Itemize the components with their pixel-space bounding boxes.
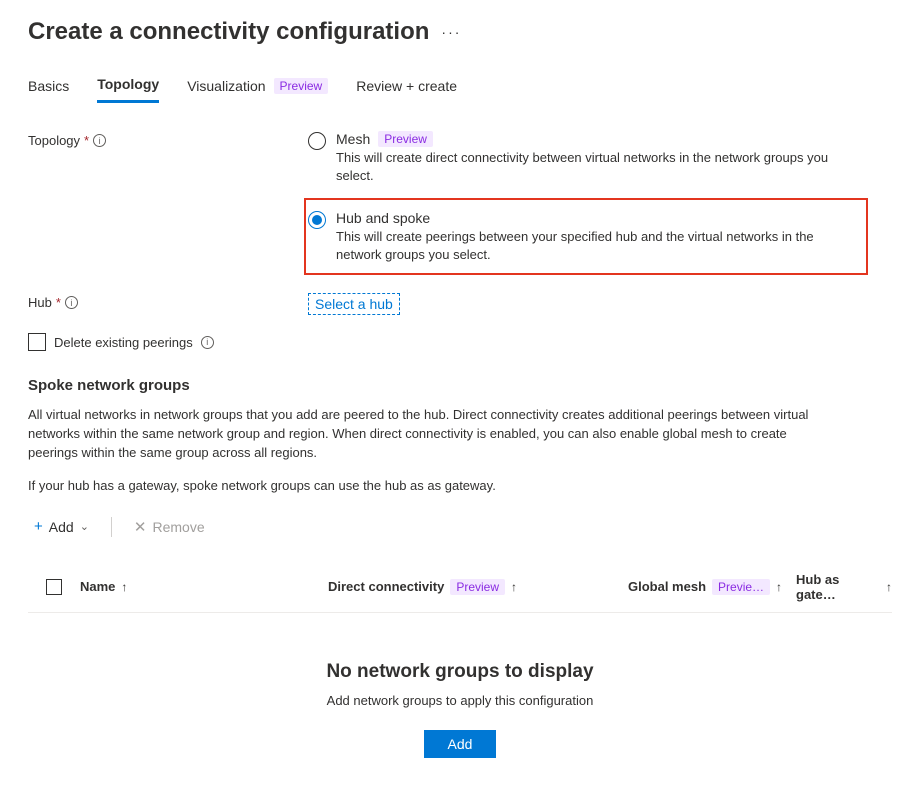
sort-arrow-icon: ↑ [776, 580, 782, 594]
spoke-description-1: All virtual networks in network groups t… [28, 406, 828, 463]
column-gm-label: Global mesh [628, 579, 706, 594]
radio-icon [308, 211, 326, 229]
spoke-heading: Spoke network groups [28, 377, 892, 394]
sort-arrow-icon: ↑ [886, 580, 892, 594]
column-name[interactable]: Name ↑ [80, 579, 328, 594]
required-indicator: * [56, 295, 61, 310]
required-indicator: * [84, 133, 89, 148]
plus-icon: + [34, 518, 43, 535]
chevron-down-icon: ⌄ [80, 520, 89, 533]
radio-hub-and-spoke[interactable]: Hub and spoke This will create peerings … [308, 210, 852, 263]
select-hub-link[interactable]: Select a hub [308, 293, 400, 315]
empty-title: No network groups to display [28, 661, 892, 683]
close-icon: ✕ [134, 518, 147, 536]
separator [111, 517, 112, 537]
topology-label: Topology [28, 133, 80, 148]
spoke-description-2: If your hub has a gateway, spoke network… [28, 477, 828, 496]
tab-review-create[interactable]: Review + create [356, 76, 457, 103]
tab-bar: Basics Topology Visualization Preview Re… [28, 76, 892, 103]
command-bar: + Add ⌄ ✕ Remove [28, 514, 892, 540]
radio-hub-description: This will create peerings between your s… [336, 228, 852, 263]
delete-peerings-label: Delete existing peerings [54, 335, 193, 350]
add-button-label: Add [49, 519, 74, 535]
tab-visualization[interactable]: Visualization Preview [187, 76, 328, 103]
column-direct-connectivity[interactable]: Direct connectivity Preview ↑ [328, 579, 628, 595]
radio-icon [308, 132, 326, 150]
column-hg-label: Hub as gate… [796, 572, 880, 602]
info-icon[interactable]: i [65, 296, 78, 309]
sort-arrow-icon: ↑ [511, 580, 517, 594]
preview-badge: Preview [450, 579, 505, 595]
highlighted-selection: Hub and spoke This will create peerings … [304, 198, 868, 275]
preview-badge: Preview [378, 131, 433, 147]
preview-badge: Preview [274, 78, 329, 94]
empty-state: No network groups to display Add network… [28, 613, 892, 764]
radio-mesh-label: Mesh [336, 131, 370, 147]
hub-label: Hub [28, 295, 52, 310]
tab-basics[interactable]: Basics [28, 76, 69, 103]
info-icon[interactable]: i [201, 336, 214, 349]
column-global-mesh[interactable]: Global mesh Previe… ↑ [628, 579, 796, 595]
add-button[interactable]: + Add ⌄ [28, 514, 95, 539]
radio-hub-label: Hub and spoke [336, 210, 430, 226]
empty-add-button[interactable]: Add [424, 730, 497, 758]
more-icon[interactable]: ··· [441, 24, 461, 40]
column-dc-label: Direct connectivity [328, 579, 444, 594]
tab-visualization-label: Visualization [187, 78, 265, 94]
page-title: Create a connectivity configuration [28, 18, 429, 46]
radio-mesh-description: This will create direct connectivity bet… [336, 149, 868, 184]
select-all-checkbox[interactable] [46, 579, 62, 595]
column-hub-as-gateway[interactable]: Hub as gate… ↑ [796, 572, 892, 602]
column-name-label: Name [80, 579, 115, 594]
empty-subtitle: Add network groups to apply this configu… [28, 693, 892, 708]
remove-button-label: Remove [152, 519, 204, 535]
table-header: Name ↑ Direct connectivity Preview ↑ Glo… [28, 562, 892, 613]
sort-arrow-icon: ↑ [121, 580, 127, 594]
delete-peerings-checkbox[interactable] [28, 333, 46, 351]
preview-badge: Previe… [712, 579, 770, 595]
info-icon[interactable]: i [93, 134, 106, 147]
tab-topology[interactable]: Topology [97, 76, 159, 103]
remove-button: ✕ Remove [128, 514, 211, 540]
radio-mesh[interactable]: Mesh Preview This will create direct con… [308, 131, 868, 184]
